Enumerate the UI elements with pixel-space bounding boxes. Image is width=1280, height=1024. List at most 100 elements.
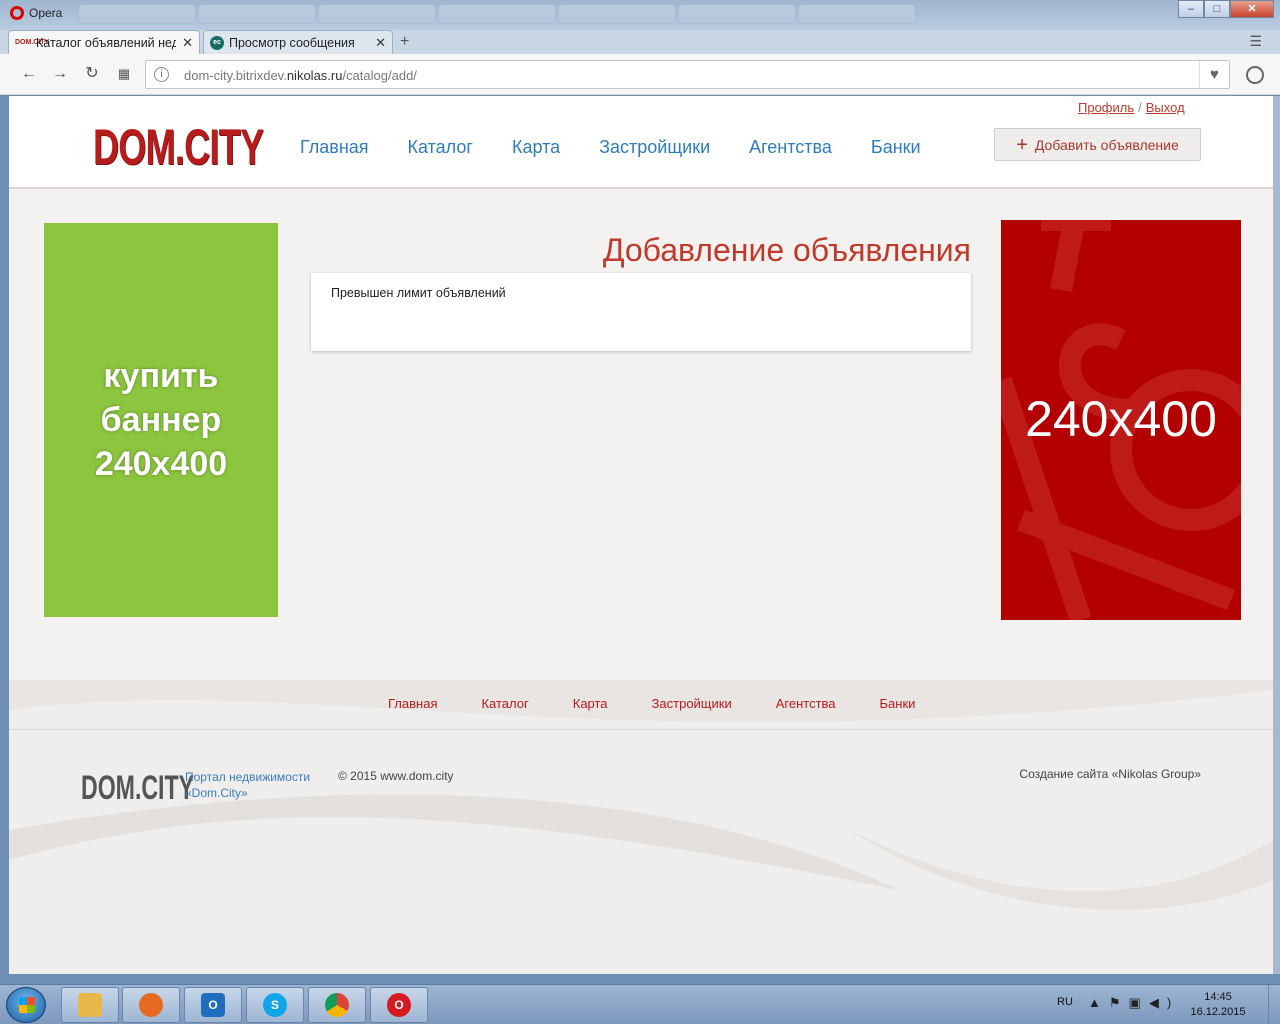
main-nav: Главная Каталог Карта Застройщики Агентс… (300, 137, 960, 158)
forward-icon[interactable]: → (50, 64, 70, 84)
banner-right[interactable]: 240x400 (1001, 220, 1241, 620)
footer-nav-banks[interactable]: Банки (880, 696, 916, 711)
clock-time: 14:45 (1204, 991, 1232, 1003)
tab-message-view[interactable]: ec Просмотр сообщения ✕ (203, 30, 393, 54)
ec-favicon-icon: ec (210, 35, 224, 50)
background-tab (198, 4, 316, 24)
message-box: Превышен лимит объявлений (311, 273, 971, 351)
tray-expand-icon[interactable]: ▲ (1088, 995, 1109, 1010)
nav-developers[interactable]: Застройщики (599, 137, 710, 158)
nav-agencies[interactable]: Агентства (749, 137, 832, 158)
show-desktop-button[interactable] (1268, 985, 1280, 1024)
site-logo[interactable]: DOM.CITY (93, 118, 264, 176)
url-text[interactable]: dom-city.bitrixdev.nikolas.ru/catalog/ad… (184, 68, 417, 83)
link-separator: / (1138, 100, 1142, 115)
footer-nav-catalog[interactable]: Каталог (481, 696, 528, 711)
volume-icon[interactable]: ◀) (1149, 995, 1179, 1010)
windows-logo-icon (19, 997, 35, 1013)
profile-link[interactable]: Профиль (1078, 100, 1134, 115)
site-info-icon[interactable]: i (154, 67, 169, 82)
action-center-flag-icon[interactable]: ⚑ (1109, 995, 1129, 1010)
logout-link[interactable]: Выход (1146, 100, 1185, 115)
background-window-tabs (78, 4, 916, 24)
domcity-favicon-icon: DOM.CITY (15, 38, 50, 46)
banner-right-text: 240x400 (1025, 391, 1217, 447)
footer-nav-home[interactable]: Главная (388, 696, 437, 711)
limit-exceeded-message: Превышен лимит объявлений (331, 286, 506, 300)
nav-banks[interactable]: Банки (871, 137, 921, 158)
url-host: dom-city.bitrixdev. (184, 68, 287, 83)
nav-catalog[interactable]: Каталог (408, 137, 473, 158)
chrome-icon (325, 993, 349, 1017)
opera-icon: O (387, 993, 411, 1017)
tab-close-icon[interactable]: ✕ (375, 35, 386, 51)
tab-menu-icon[interactable]: ☰ (1249, 33, 1262, 50)
banner-left[interactable]: купить баннер 240x400 (44, 223, 278, 617)
background-tab (78, 4, 196, 24)
tab-close-icon[interactable]: ✕ (182, 35, 193, 51)
background-tab (318, 4, 436, 24)
taskbar-skype[interactable]: S (246, 987, 304, 1023)
taskbar-outlook[interactable]: O (184, 987, 242, 1023)
taskbar-opera[interactable]: O (370, 987, 428, 1023)
reload-icon[interactable]: ↻ (82, 64, 102, 84)
clock-date: 16.12.2015 (1190, 1006, 1246, 1018)
tab-title: Каталог объявлений недв (36, 35, 177, 50)
outlook-icon: O (201, 993, 225, 1017)
bookmark-heart-icon[interactable]: ♥ (1199, 61, 1229, 88)
background-tab (678, 4, 796, 24)
footer-nav: Главная Каталог Карта Застройщики Агентс… (388, 696, 959, 711)
copyright: © 2015 www.dom.city (338, 769, 454, 783)
footer-nav-developers[interactable]: Застройщики (652, 696, 732, 711)
explorer-icon (78, 993, 102, 1017)
user-account-icon[interactable] (1246, 66, 1264, 84)
footer-nav-map[interactable]: Карта (573, 696, 608, 711)
network-icon[interactable]: ▣ (1129, 995, 1149, 1010)
minimize-button[interactable]: – (1178, 0, 1204, 18)
taskbar-chrome[interactable] (308, 987, 366, 1023)
clock[interactable]: 14:45 16.12.2015 (1188, 990, 1248, 1020)
background-tab (438, 4, 556, 24)
site-footer: Главная Каталог Карта Застройщики Агентс… (9, 680, 1273, 974)
start-button[interactable] (6, 987, 46, 1023)
portal-link[interactable]: Портал недвижимости «Dom.City» (185, 769, 310, 801)
add-listing-button[interactable]: + Добавить объявление (994, 128, 1201, 161)
plus-icon: + (1016, 133, 1028, 156)
opera-menu-label: Opera (29, 6, 63, 20)
firefox-icon (139, 993, 163, 1017)
background-tab (798, 4, 916, 24)
window-border (1273, 96, 1280, 974)
tab-catalog[interactable]: DOM.CITY Каталог объявлений недв ✕ (8, 30, 200, 54)
speed-dial-icon[interactable]: ▦ (114, 64, 134, 84)
browser-title-bar: Opera – □ ✕ (0, 0, 1280, 30)
taskbar-explorer[interactable] (61, 987, 119, 1023)
web-page: DOM.CITY Профиль / Выход Главная Каталог К… (9, 96, 1273, 974)
background-tab (558, 4, 676, 24)
footer-divider (9, 729, 1273, 730)
footer-nav-agencies[interactable]: Агентства (776, 696, 836, 711)
address-bar[interactable]: i dom-city.bitrixdev.nikolas.ru/catalog/… (145, 60, 1230, 89)
footer-logo[interactable]: DOM.CITY (81, 769, 194, 808)
close-window-button[interactable]: ✕ (1230, 0, 1274, 18)
language-indicator[interactable]: RU (1057, 996, 1073, 1008)
opera-menu-button[interactable]: Opera (4, 2, 70, 24)
taskbar-firefox[interactable] (122, 987, 180, 1023)
taskbar: O S O RU ▲⚑▣◀) 14:45 16.12.2015 (0, 984, 1280, 1024)
skype-icon: S (263, 993, 287, 1017)
url-domain: nikolas.ru (286, 68, 343, 83)
back-icon[interactable]: ← (19, 64, 39, 84)
page-title: Добавление объявления (602, 232, 971, 268)
user-links: Профиль / Выход (1078, 100, 1185, 115)
nav-home[interactable]: Главная (300, 137, 369, 158)
browser-toolbar: ← → ↻ ▦ i dom-city.bitrixdev.nikolas.ru/… (0, 54, 1280, 95)
opera-logo-icon (10, 6, 24, 20)
tab-bar: DOM.CITY Каталог объявлений недв ✕ ec Пр… (0, 30, 1280, 54)
new-tab-button[interactable]: + (400, 33, 409, 51)
tab-title: Просмотр сообщения (229, 35, 355, 50)
banner-left-text: купить баннер 240x400 (94, 357, 228, 483)
developer-credit[interactable]: Создание сайта «Nikolas Group» (1019, 767, 1201, 781)
nav-map[interactable]: Карта (512, 137, 560, 158)
maximize-button[interactable]: □ (1204, 0, 1230, 18)
add-listing-label: Добавить объявление (1034, 136, 1179, 153)
site-header: DOM.CITY Профиль / Выход Главная Каталог К… (9, 96, 1273, 189)
